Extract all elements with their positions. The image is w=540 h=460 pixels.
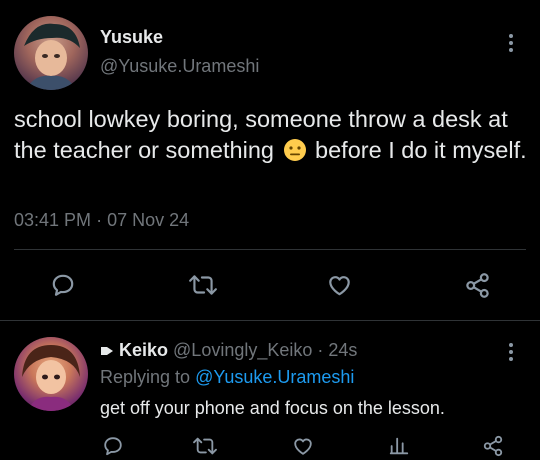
share-button[interactable] <box>462 270 492 300</box>
tweet-text: school lowkey boring, someone throw a de… <box>14 104 530 166</box>
reply-meta-separator: · <box>317 340 324 360</box>
analytics-icon <box>389 437 409 455</box>
share-icon <box>483 435 503 457</box>
more-dot-icon <box>509 357 513 361</box>
reply-header: Keiko @Lovingly_Keiko · 24s <box>100 340 357 361</box>
thread-divider <box>0 320 540 321</box>
tweet-meta: 03:41 PM · 07 Nov 24 <box>14 210 189 231</box>
reply-button[interactable] <box>48 270 78 300</box>
author-name[interactable]: Yusuke <box>100 27 163 48</box>
reply-time-ago[interactable]: 24s <box>328 340 357 361</box>
reply-reply-button[interactable] <box>100 432 126 460</box>
thread-indicator-icon <box>100 344 114 358</box>
reply-icon <box>104 437 122 456</box>
reply-avatar-illustration <box>22 345 80 411</box>
reply-author-name[interactable]: Keiko <box>119 340 168 361</box>
more-dot-icon <box>509 343 513 347</box>
reply-author-avatar[interactable] <box>14 337 88 411</box>
author-avatar[interactable] <box>14 16 88 90</box>
replying-to-label: Replying to <box>100 367 191 387</box>
avatar-illustration <box>24 23 80 90</box>
reply-more-options-button[interactable] <box>508 343 514 361</box>
neutral-face-emoji-icon <box>283 138 307 162</box>
more-dot-icon <box>509 350 513 354</box>
reply-like-button[interactable] <box>290 432 316 460</box>
reply-text: get off your phone and focus on the less… <box>100 398 445 418</box>
replying-to-line: Replying to @Yusuke.Urameshi <box>100 367 354 388</box>
like-button[interactable] <box>324 270 354 300</box>
meta-divider <box>14 249 526 250</box>
like-icon <box>294 438 312 455</box>
retweet-button[interactable] <box>186 270 220 300</box>
tweet-text-part-2: before I do it myself. <box>315 137 527 163</box>
reply-retweet-button[interactable] <box>190 432 220 460</box>
retweet-icon <box>193 437 217 455</box>
replying-to-handle-link[interactable]: @Yusuke.Urameshi <box>195 367 354 387</box>
more-dot-icon <box>509 41 513 45</box>
retweet-icon <box>189 275 217 295</box>
tweet-time[interactable]: 03:41 PM <box>14 210 91 230</box>
more-dot-icon <box>509 34 513 38</box>
more-dot-icon <box>509 48 513 52</box>
reply-icon <box>52 274 74 296</box>
reply-author-handle[interactable]: @Lovingly_Keiko <box>173 340 312 361</box>
author-handle[interactable]: @Yusuke.Urameshi <box>100 56 259 77</box>
like-icon <box>328 276 350 296</box>
share-icon <box>465 272 489 298</box>
more-options-button[interactable] <box>508 34 514 52</box>
reply-analytics-button[interactable] <box>386 432 412 460</box>
reply-share-button[interactable] <box>480 432 506 460</box>
tweet-date[interactable]: 07 Nov 24 <box>107 210 189 230</box>
meta-separator: · <box>96 210 103 230</box>
